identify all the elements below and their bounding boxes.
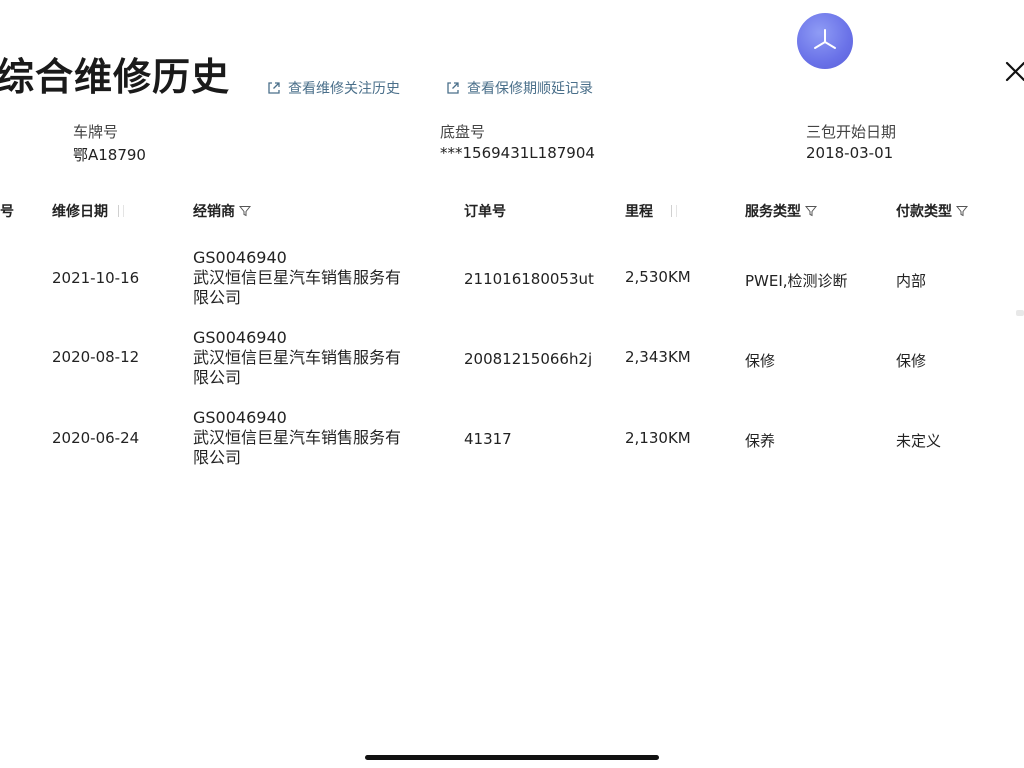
warranty-start-label: 三包开始日期 bbox=[806, 123, 897, 141]
row-mileage: 2,530KM bbox=[625, 268, 691, 286]
row-order: 20081215066h2j bbox=[464, 350, 593, 368]
link-label: 查看维修关注历史 bbox=[288, 81, 400, 97]
row-service: 保养 bbox=[745, 432, 776, 450]
page-title: 综合维修历史 bbox=[0, 55, 231, 99]
row-mileage: 2,343KM bbox=[625, 348, 691, 366]
column-header-dealer[interactable]: 经销商 bbox=[193, 201, 251, 221]
filter-icon[interactable] bbox=[956, 205, 968, 217]
home-indicator[interactable] bbox=[365, 755, 659, 760]
scroll-hint bbox=[1016, 310, 1024, 316]
column-header-seq: 序号 bbox=[0, 204, 14, 220]
three-pointed-star-icon bbox=[814, 29, 836, 49]
row-dealer: GS0046940 武汉恒信巨星汽车销售服务有 限公司 bbox=[193, 248, 402, 307]
row-order: 211016180053ut bbox=[464, 270, 594, 288]
view-warranty-extension-link[interactable]: 查看保修期顺延记录 bbox=[445, 78, 593, 98]
star-logo-icon bbox=[797, 13, 853, 69]
close-button[interactable] bbox=[1004, 58, 1024, 86]
row-dealer: GS0046940 武汉恒信巨星汽车销售服务有 限公司 bbox=[193, 328, 402, 387]
chassis-value: ***1569431L187904 bbox=[440, 144, 595, 162]
column-header-order: 订单号 bbox=[464, 204, 506, 220]
external-link-icon bbox=[268, 82, 280, 94]
row-service: PWEI,检测诊断 bbox=[745, 272, 848, 290]
filter-icon[interactable] bbox=[805, 205, 817, 217]
row-date: 2021-10-16 bbox=[52, 269, 140, 287]
column-header-payment[interactable]: 付款类型 bbox=[896, 201, 968, 221]
sort-icon[interactable] bbox=[671, 205, 677, 217]
row-mileage: 2,130KM bbox=[625, 429, 691, 447]
external-link-icon bbox=[447, 82, 459, 94]
column-header-date[interactable]: 维修日期 bbox=[52, 201, 124, 221]
row-payment: 保修 bbox=[896, 352, 927, 370]
chassis-label: 底盘号 bbox=[440, 123, 486, 141]
row-payment: 内部 bbox=[896, 272, 927, 290]
row-date: 2020-08-12 bbox=[52, 348, 140, 366]
view-repair-attention-history-link[interactable]: 查看维修关注历史 bbox=[266, 78, 400, 98]
filter-icon[interactable] bbox=[239, 205, 251, 217]
row-payment: 未定义 bbox=[896, 432, 942, 450]
warranty-start-value: 2018-03-01 bbox=[806, 144, 894, 162]
plate-value: 鄂A18790 bbox=[73, 146, 146, 164]
column-header-service[interactable]: 服务类型 bbox=[745, 201, 817, 221]
row-dealer: GS0046940 武汉恒信巨星汽车销售服务有 限公司 bbox=[193, 408, 402, 467]
close-icon bbox=[1005, 61, 1024, 82]
link-label[interactable]: 查看保修期顺延记录 bbox=[467, 78, 593, 98]
column-header-mileage[interactable]: 里程 bbox=[625, 201, 677, 221]
row-order: 41317 bbox=[464, 430, 512, 448]
plate-label: 车牌号 bbox=[73, 123, 119, 141]
sort-icon[interactable] bbox=[118, 205, 124, 217]
row-service: 保修 bbox=[745, 352, 776, 370]
row-date: 2020-06-24 bbox=[52, 429, 140, 447]
